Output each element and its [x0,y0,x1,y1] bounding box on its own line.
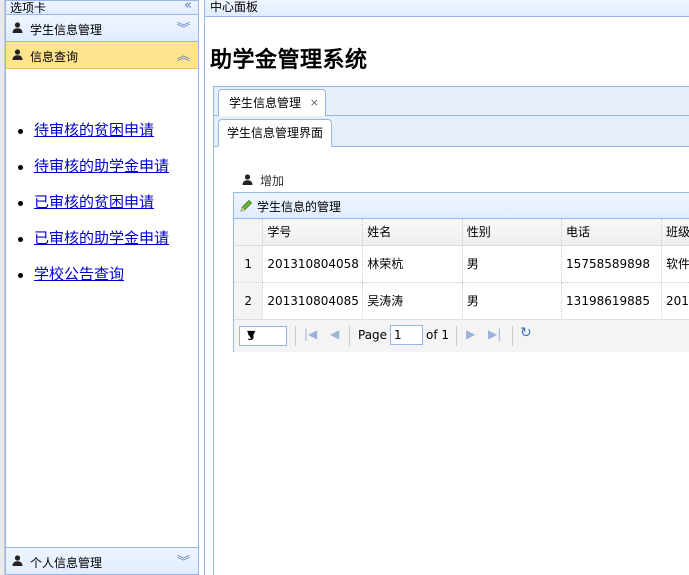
west-panel: 选项卡 « 学生信息管理 ︾ 信息查询 ︽ 待审核的贫困申请 待审核的助学金申请… [5,0,199,575]
center-panel: 中心面板 助学金管理系统 学生信息管理 × 学生信息管理界面 增加 学生信息的管… [204,0,689,575]
datagrid-header-row: 学号 姓名 性别 电话 班级 [234,219,689,246]
tab-label: 学生信息管理 [229,96,302,110]
pager-separator [512,326,513,346]
list-item: 已审核的贫困申请 [16,191,169,227]
query-link-list: 待审核的贫困申请 待审核的助学金申请 已审核的贫困申请 已审核的助学金申请 学校… [16,119,169,299]
cell-gender: 男 [462,282,563,320]
link-reviewed-grant[interactable]: 已审核的助学金申请 [34,229,169,247]
pagination-bar: 5 ▼ |◀ ◀ Page 1 of 1 ▶ ▶| ↻ [234,319,689,352]
column-header-class[interactable]: 班级 [661,219,689,246]
dropdown-arrow-icon: ▼ [247,328,256,341]
accordion-personal-info[interactable]: 个人信息管理 ︾ [6,547,198,574]
list-item: 待审核的助学金申请 [16,155,169,191]
tab-strip: 学生信息管理 × [214,86,689,117]
cell-name: 林荣杭 [362,245,463,283]
user-icon [12,555,23,566]
table-row[interactable]: 2 201310804085 吴涛涛 男 13198619885 201 [234,282,689,320]
link-pending-grant[interactable]: 待审核的助学金申请 [34,157,169,175]
student-datagrid: 学生信息的管理 学号 姓名 性别 电话 班级 1 201310804058 林荣… [233,192,689,352]
column-header-name[interactable]: 姓名 [362,219,463,246]
row-number: 2 [234,282,264,320]
tab-label: 学生信息管理界面 [227,126,324,140]
user-icon [242,174,253,185]
accordion-info-query-body: 待审核的贫困申请 待审核的助学金申请 已审核的贫困申请 已审核的助学金申请 学校… [6,69,198,554]
west-panel-header: 选项卡 « [6,0,198,15]
prev-page-icon[interactable]: ◀ [330,327,339,341]
inner-tab-strip: 学生信息管理界面 [214,116,689,147]
row-number: 1 [234,245,264,283]
cell-phone: 15758589898 [561,245,662,283]
chevron-double-down-icon[interactable]: ︾ [177,18,190,37]
datagrid-title-bar: 学生信息的管理 [234,193,689,219]
user-icon [12,49,23,60]
cell-name: 吴涛涛 [362,282,463,320]
pencil-icon [240,199,253,212]
list-item: 已审核的助学金申请 [16,227,169,263]
pager-separator [349,326,350,346]
collapse-left-icon[interactable]: « [184,0,192,13]
accordion-label: 信息查询 [30,50,79,64]
tab-student-info[interactable]: 学生信息管理 × [218,89,327,117]
list-item: 学校公告查询 [16,263,169,299]
refresh-icon[interactable]: ↻ [520,325,532,341]
accordion-label: 学生信息管理 [30,23,103,37]
center-panel-title: 中心面板 [210,0,259,14]
page-title: 助学金管理系统 [210,48,368,73]
add-button-label: 增加 [260,174,285,188]
rownumber-header [234,219,264,246]
tabs-container: 学生信息管理 × 学生信息管理界面 增加 学生信息的管理 学号 姓名 性别 电话… [213,86,689,575]
cell-class: 201 [661,282,689,320]
cell-phone: 13198619885 [561,282,662,320]
column-header-gender[interactable]: 性别 [462,219,563,246]
cell-gender: 男 [462,245,563,283]
cell-student-id: 201310804058 [262,245,364,283]
next-page-icon[interactable]: ▶ [466,327,475,341]
cell-class: 软件 [661,245,689,283]
column-header-phone[interactable]: 电话 [561,219,662,246]
west-panel-title: 选项卡 [10,1,47,15]
tab-student-info-page[interactable]: 学生信息管理界面 [218,119,333,147]
chevron-double-down-icon[interactable]: ︾ [177,551,190,570]
accordion-label: 个人信息管理 [30,556,103,570]
table-row[interactable]: 1 201310804058 林荣杭 男 15758589898 软件 [234,245,689,283]
column-header-student-id[interactable]: 学号 [262,219,364,246]
list-item: 待审核的贫困申请 [16,119,169,155]
link-pending-poverty[interactable]: 待审核的贫困申请 [34,121,154,139]
chevron-double-up-icon[interactable]: ︽ [177,45,190,64]
page-total-label: of 1 [426,328,450,342]
first-page-icon[interactable]: |◀ [304,327,317,341]
pager-separator [456,326,457,346]
accordion-info-query[interactable]: 信息查询 ︽ [6,42,198,69]
pager-separator [295,326,296,346]
accordion-student-info[interactable]: 学生信息管理 ︾ [6,15,198,42]
link-school-notice[interactable]: 学校公告查询 [34,265,124,283]
page-label: Page [358,328,388,342]
page-number-input[interactable]: 1 [390,325,423,345]
datagrid-table: 学号 姓名 性别 电话 班级 1 201310804058 林荣杭 男 1575… [234,219,689,320]
cell-student-id: 201310804085 [262,282,364,320]
center-panel-header: 中心面板 [205,0,689,17]
link-reviewed-poverty[interactable]: 已审核的贫困申请 [34,193,154,211]
last-page-icon[interactable]: ▶| [488,327,501,341]
user-icon [12,22,23,33]
datagrid-title: 学生信息的管理 [257,200,342,214]
close-icon[interactable]: × [310,90,319,116]
page-size-select[interactable]: 5 ▼ [239,326,287,346]
